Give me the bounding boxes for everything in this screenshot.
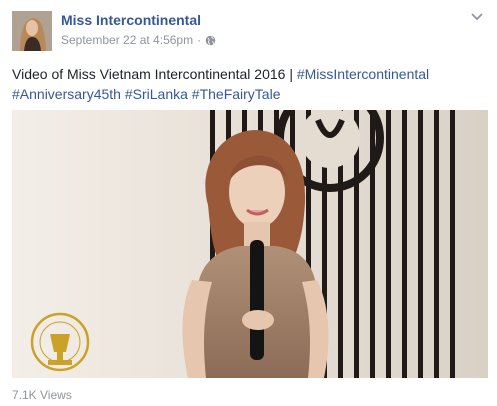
caption-text: Video of Miss Vietnam Intercontinental 2…: [12, 66, 297, 82]
video-player[interactable]: [12, 110, 488, 378]
page-name-link[interactable]: Miss Intercontinental: [61, 12, 201, 28]
hashtag-link[interactable]: #TheFairyTale: [192, 86, 281, 102]
page-avatar[interactable]: [12, 11, 52, 51]
meta-separator: ·: [197, 33, 202, 47]
post-timestamp[interactable]: September 22 at 4:56pm: [61, 33, 193, 47]
watermark-logo: [30, 312, 90, 372]
chevron-down-icon[interactable]: [469, 10, 485, 22]
avatar-image: [12, 11, 52, 51]
hashtag-link[interactable]: #SriLanka: [125, 86, 188, 102]
microphone: [250, 240, 264, 360]
post-meta: September 22 at 4:56pm ·: [61, 33, 216, 47]
feed-post: Miss Intercontinental September 22 at 4:…: [0, 0, 497, 406]
hashtag-link[interactable]: #MissIntercontinental: [297, 66, 429, 82]
view-count: 7.1K Views: [12, 388, 72, 402]
hashtag-link[interactable]: #Anniversary45th: [12, 86, 121, 102]
globe-icon[interactable]: [205, 35, 216, 46]
wall-emblem-center: [300, 110, 360, 168]
video-frame: [12, 110, 488, 378]
post-caption: Video of Miss Vietnam Intercontinental 2…: [12, 64, 486, 104]
